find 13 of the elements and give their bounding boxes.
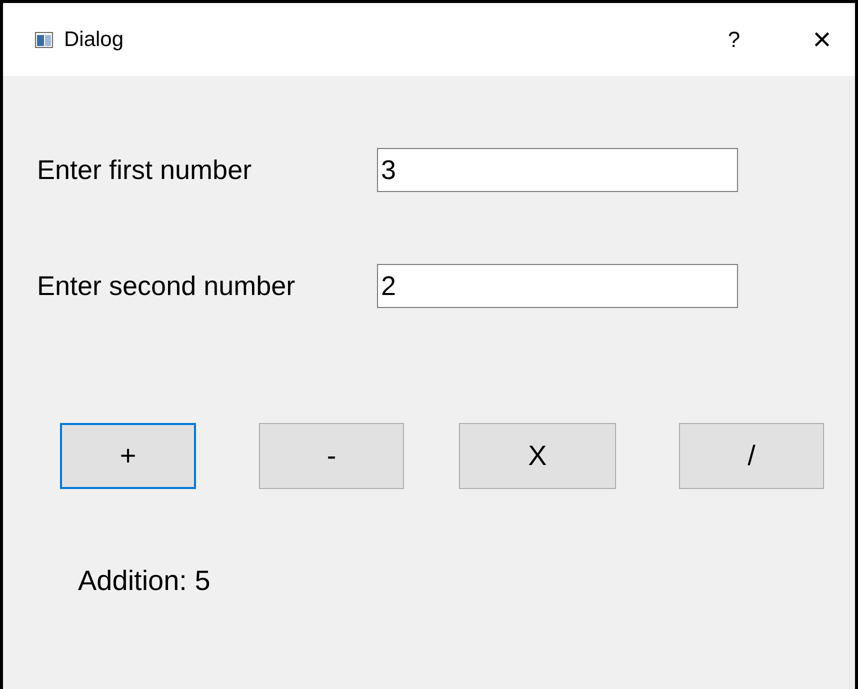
number-field[interactable]: 2 [377,264,738,308]
number-field[interactable]: 3 [377,148,738,192]
help-button[interactable]: ? [719,20,749,60]
window-icon [35,32,53,48]
operation-button[interactable]: + [60,423,196,489]
field-label: Enter first number [37,154,253,186]
operation-button[interactable]: X [459,423,616,489]
operation-button[interactable]: / [679,423,824,489]
operation-button[interactable]: - [259,423,404,489]
field-label: Enter second number [37,270,296,302]
close-button[interactable]: × [807,20,837,60]
result-text: Addition: 5 [78,565,212,597]
window-title: Dialog [64,28,124,52]
